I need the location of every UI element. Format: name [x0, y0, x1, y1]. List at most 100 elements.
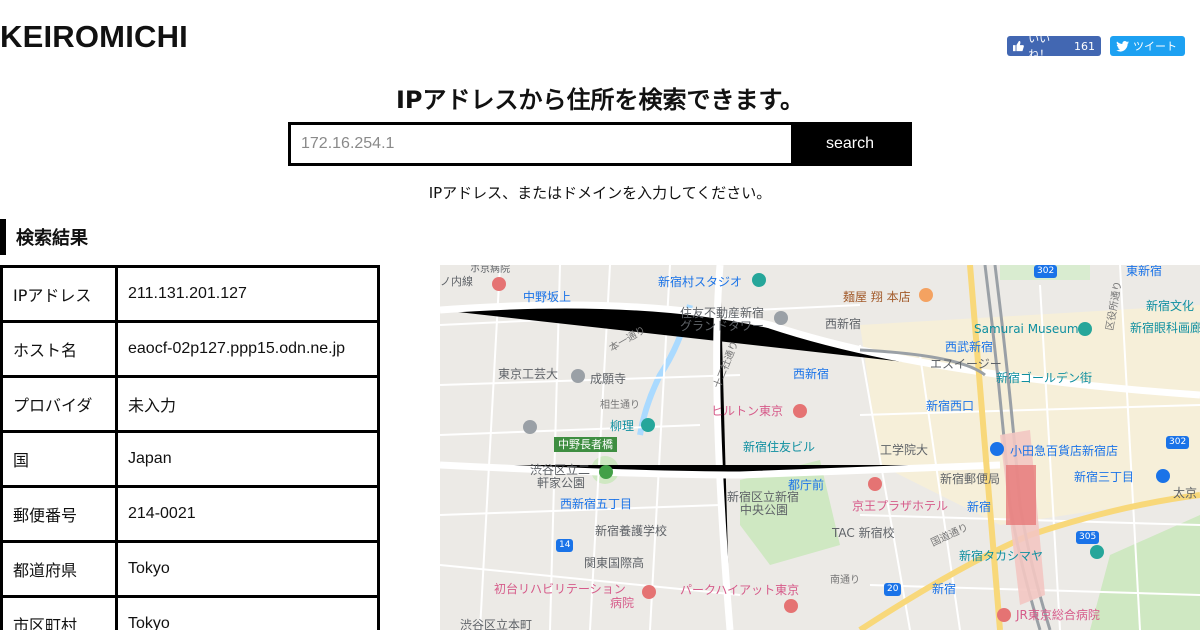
- map-pin-sanchome-icon[interactable]: [1156, 469, 1170, 483]
- result-key: 都道府県: [0, 540, 118, 598]
- result-value: eaocf-02p127.ppp15.odn.ne.jp: [115, 320, 380, 378]
- search-hint: IPアドレス、またはドメインを入力してください。: [428, 184, 772, 202]
- map-label-shinjuku-south[interactable]: 新宿: [932, 583, 956, 595]
- map-label-esuiji[interactable]: エスイージー: [930, 358, 1002, 370]
- map-label-jr-hospital[interactable]: JR東京総合病院: [1016, 609, 1100, 621]
- facebook-like-count: 161: [1074, 39, 1095, 53]
- route-marker-302-north: 302: [1034, 265, 1058, 278]
- twitter-bird-icon: [1116, 40, 1129, 52]
- result-row: 郵便番号 214-0021: [0, 485, 380, 543]
- map-label-top-left: ホ京病院: [470, 265, 510, 275]
- map-label-shinjukumura-studio[interactable]: 新宿村スタジオ: [658, 276, 742, 288]
- map-label-park-hyatt[interactable]: パークハイアット東京: [680, 584, 799, 596]
- twitter-tweet-button[interactable]: ツイート: [1110, 36, 1185, 56]
- map-pin-hyatt-icon[interactable]: [784, 599, 798, 613]
- ip-search-input[interactable]: [291, 125, 791, 163]
- result-key: 郵便番号: [0, 485, 118, 543]
- map-label-odakyu[interactable]: 小田急百貨店新宿店: [1010, 445, 1118, 457]
- facebook-like-button[interactable]: いいね！ 161: [1007, 32, 1101, 61]
- map-label-jouganji[interactable]: 成願寺: [590, 373, 626, 385]
- result-value: Tokyo: [115, 595, 380, 630]
- map-pin-building-icon[interactable]: [774, 311, 788, 325]
- location-map[interactable]: 14 20 302 302 305 ホ京病院 ノ内線 中野坂上 新宿村スタジオ …: [440, 265, 1200, 630]
- map-label-sumitomo-grand[interactable]: 住友不動産新宿: [680, 307, 764, 319]
- map-label-shinjuku-bunka[interactable]: 新宿文化: [1146, 300, 1194, 312]
- map-pin-rehab-icon[interactable]: [642, 585, 656, 599]
- result-row: IPアドレス 211.131.201.127: [0, 265, 380, 323]
- result-key: 市区町村: [0, 595, 118, 630]
- result-key: IPアドレス: [0, 265, 118, 323]
- map-label-shinjuku-nishiguchi[interactable]: 新宿西口: [926, 400, 974, 412]
- map-label-nishishinjuku-naka[interactable]: 西新宿: [825, 318, 861, 330]
- map-pin-school-icon[interactable]: [523, 420, 537, 434]
- map-pin-plaza-icon[interactable]: [868, 477, 882, 491]
- map-label-hatsudai-rehab-2: 病院: [610, 596, 635, 610]
- map-pin-studio-icon[interactable]: [752, 273, 766, 287]
- map-pin-jr-hospital-icon[interactable]: [997, 608, 1011, 622]
- route-marker-305: 305: [1076, 531, 1100, 544]
- map-label-nakano-chojabashi[interactable]: 中野長者橋: [554, 437, 617, 452]
- map-pin-museum-icon[interactable]: [1078, 322, 1092, 336]
- search-button[interactable]: search: [791, 125, 909, 163]
- map-label-central-park[interactable]: 新宿区立新宿: [727, 491, 799, 503]
- result-row: ホスト名 eaocf-02p127.ppp15.odn.ne.jp: [0, 320, 380, 378]
- result-value: 214-0021: [115, 485, 380, 543]
- map-label-nikenya-park-2: 軒家公園: [537, 476, 586, 490]
- result-value: 未入力: [115, 375, 380, 433]
- map-label-tac[interactable]: TAC 新宿校: [832, 527, 895, 539]
- map-pin-yanagi-icon[interactable]: [641, 418, 655, 432]
- route-marker-14: 14: [556, 539, 574, 552]
- map-label-kanto-kokusai[interactable]: 関東国際高: [584, 557, 644, 569]
- road-label-minami: 南通り: [830, 575, 860, 586]
- map-label-menya-sho[interactable]: 麺屋 翔 本店: [843, 291, 911, 303]
- map-pin-restaurant-icon[interactable]: [919, 288, 933, 302]
- map-label-central-park-2: 中央公園: [740, 503, 789, 517]
- road-label-aioi: 相生通り: [600, 400, 640, 411]
- facebook-like-label: いいね！: [1028, 32, 1051, 61]
- map-label-shinjuku-station[interactable]: 新宿: [967, 501, 991, 513]
- map-pin-takashimaya-icon[interactable]: [1090, 545, 1104, 559]
- result-value: 211.131.201.127: [115, 265, 380, 323]
- map-label-tokyo-kogei[interactable]: 東京工芸大: [498, 368, 558, 380]
- map-pin-park-icon[interactable]: [599, 465, 613, 479]
- result-value: Tokyo: [115, 540, 380, 598]
- map-label-hatsudai-rehab[interactable]: 初台リハビリテーション: [494, 583, 626, 595]
- map-pin-hilton-icon[interactable]: [793, 404, 807, 418]
- result-key: ホスト名: [0, 320, 118, 378]
- map-label-nikenya-park[interactable]: 渋谷区立二: [530, 464, 590, 476]
- map-pin-odakyu-icon[interactable]: [990, 442, 1004, 456]
- map-label-nishishinjuku-station[interactable]: 西新宿: [793, 368, 829, 380]
- map-label-nakanosakaue[interactable]: 中野坂上: [523, 291, 571, 303]
- map-label-sumitomo-grand-2: グランドタワー: [680, 319, 765, 333]
- result-key: プロバイダ: [0, 375, 118, 433]
- map-label-line: ノ内線: [440, 275, 473, 288]
- results-heading: 検索結果: [0, 219, 88, 255]
- map-label-higashi-shinjuku[interactable]: 東新宿: [1126, 265, 1162, 277]
- map-label-yanagi[interactable]: 柳理: [610, 420, 634, 432]
- result-row: 市区町村 Tokyo: [0, 595, 380, 630]
- map-pin-temple-icon[interactable]: [571, 369, 585, 383]
- map-label-yogo-school[interactable]: 新宿養護学校: [595, 525, 667, 537]
- search-form: search: [288, 122, 912, 166]
- page-headline: IPアドレスから住所を検索できます。: [395, 86, 805, 114]
- map-label-hilton-tokyo[interactable]: ヒルトン東京: [711, 405, 783, 417]
- map-label-shinjuku-sanchome[interactable]: 新宿三丁目: [1074, 471, 1134, 483]
- map-label-honmachi[interactable]: 渋谷区立本町: [460, 619, 532, 630]
- map-label-takashimaya[interactable]: 新宿タカシマヤ: [959, 550, 1043, 562]
- map-label-keio-plaza[interactable]: 京王プラザホテル: [852, 500, 948, 512]
- map-label-post-office[interactable]: 新宿郵便局: [940, 473, 1000, 485]
- map-label-taikyo: 太京: [1173, 486, 1198, 500]
- map-label-sumitomo-building[interactable]: 新宿住友ビル: [743, 441, 815, 453]
- map-label-golden-gai[interactable]: 新宿ゴールデン街: [996, 372, 1092, 384]
- results-table: IPアドレス 211.131.201.127 ホスト名 eaocf-02p127.pp…: [0, 265, 380, 630]
- map-label-nishishinjuku-gochome[interactable]: 西新宿五丁目: [560, 498, 632, 510]
- map-label-kogakuin[interactable]: 工学院大: [880, 444, 928, 456]
- map-label-seibu-shinjuku[interactable]: 西武新宿: [945, 341, 993, 353]
- map-label-samurai-museum[interactable]: Samurai Museum: [974, 323, 1079, 335]
- map-label-shinjuku-ganka-garou[interactable]: 新宿眼科画廊: [1130, 322, 1200, 334]
- result-row: 国 Japan: [0, 430, 380, 488]
- site-logo[interactable]: KEIROMICHI: [0, 19, 188, 55]
- result-key: 国: [0, 430, 118, 488]
- map-pin-hospital-icon[interactable]: [492, 277, 506, 291]
- result-row: プロバイダ 未入力: [0, 375, 380, 433]
